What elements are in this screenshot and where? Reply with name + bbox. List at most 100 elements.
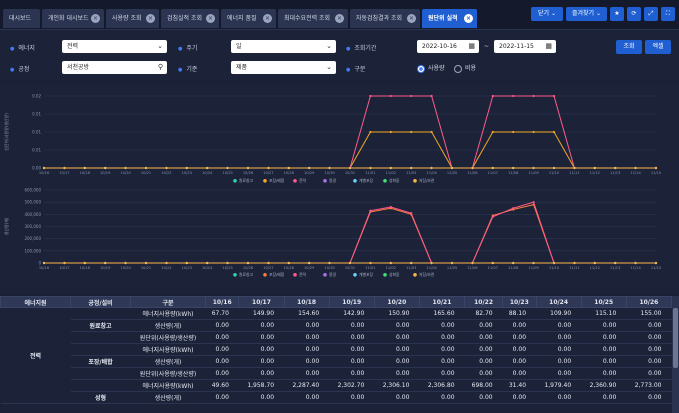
data-point <box>104 166 107 170</box>
date-from-input[interactable]: 2022-10-16 ▦ <box>417 40 479 53</box>
series-line <box>44 201 656 264</box>
data-point <box>614 261 617 265</box>
data-point <box>206 261 209 265</box>
value-cell: 698.00 <box>464 379 503 392</box>
close-icon[interactable]: × <box>206 14 215 23</box>
close-icon[interactable]: × <box>407 14 416 23</box>
kind-cell: 에너지사용량(kWh) <box>130 343 206 356</box>
tab-unit-results[interactable]: 원단위 실적 × <box>422 9 477 28</box>
date-to-input[interactable]: 2022-11-15 ▦ <box>494 40 556 53</box>
radio-cost[interactable]: 비용 <box>454 63 476 73</box>
data-point <box>389 205 392 209</box>
favorites-button[interactable]: 즐겨찾기 ⌄ <box>566 7 607 21</box>
y-tick-label: 600,000 <box>24 188 41 193</box>
value-cell: 115.10 <box>581 307 627 320</box>
scrollbar-thumb[interactable] <box>673 308 678 368</box>
calendar-icon[interactable]: ▦ <box>545 40 552 53</box>
value-cell: 0.00 <box>581 343 627 356</box>
tab-energy-quality[interactable]: 에너지 품질 × <box>221 9 276 28</box>
radio-selected-icon <box>417 64 425 73</box>
value-cell: 67.70 <box>205 307 239 320</box>
y-tick-label: 0 <box>38 261 41 266</box>
data-point <box>389 130 392 134</box>
legend-entry: 성화동 <box>389 272 400 277</box>
star-icon[interactable]: ★ <box>610 7 624 21</box>
legend-entry: 개별포장 <box>359 178 373 183</box>
value-cell: 0.00 <box>329 331 375 344</box>
value-cell: 0.00 <box>284 331 330 344</box>
tab-dashboard[interactable]: 대시보드 <box>3 9 40 28</box>
x-tick-label: 10/16 <box>39 171 50 175</box>
value-cell: 2,306.80 <box>419 379 465 392</box>
tab-auto-meter[interactable]: 자동검침결과 조회 × <box>350 9 420 28</box>
x-tick-label: 10/18 <box>80 171 91 175</box>
search-icon[interactable]: ⚲ <box>158 61 163 74</box>
tab-peak-demand[interactable]: 최대수요전력 조회 × <box>278 9 348 28</box>
data-point <box>267 261 270 265</box>
x-tick-label: 11/05 <box>447 171 457 175</box>
tab-label: 개인화 대시보드 <box>48 15 89 22</box>
value-cell: 0.00 <box>419 331 465 344</box>
x-tick-label: 10/29 <box>304 266 315 270</box>
table-row: 에너지사용량(kWh) 0.00 0.00 0.00 0.00 0.00 0.00 0.00 0… <box>1 343 672 356</box>
data-point <box>42 261 46 265</box>
x-tick-label: 11/12 <box>590 171 600 175</box>
series-line <box>44 204 656 264</box>
value-cell: 2,773.00 <box>626 379 672 392</box>
x-tick-label: 11/07 <box>488 266 498 270</box>
y-tick-label: 0.01 <box>32 148 41 153</box>
basis-select[interactable]: 제품 ⌄ <box>231 61 336 74</box>
kind-cell: 원단위(사용량/생산량) <box>130 331 206 344</box>
calendar-icon[interactable]: ▦ <box>468 40 475 53</box>
close-menu-button[interactable]: 닫기 ⌄ <box>531 7 563 21</box>
data-point <box>532 130 535 134</box>
data-point <box>593 166 596 170</box>
refresh-icon[interactable]: ⟳ <box>627 7 641 21</box>
x-tick-label: 11/13 <box>610 266 620 270</box>
data-point <box>430 166 433 170</box>
data-point <box>450 166 454 170</box>
energy-select[interactable]: 전력 ⌄ <box>62 40 167 53</box>
expand-icon[interactable]: ⤢ <box>644 7 658 21</box>
data-point <box>552 130 556 134</box>
value-cell: 0.00 <box>536 343 582 356</box>
results-table: 에너지원 공정/설비 구분 10/16 10/17 10/18 10/19 10/20 10/2… <box>0 296 673 404</box>
legend-entry: 저장/보관 <box>419 272 435 277</box>
search-button[interactable]: 조회 <box>616 40 642 54</box>
cycle-select[interactable]: 일 ⌄ <box>231 40 336 53</box>
tab-personal-dashboard[interactable]: 개인화 대시보드 × <box>42 9 104 28</box>
data-point <box>124 261 127 265</box>
process-cell <box>70 379 131 392</box>
vertical-scrollbar[interactable] <box>672 296 679 413</box>
energy-value: 전력 <box>67 43 79 50</box>
value-cell: 0.00 <box>238 343 285 356</box>
data-point <box>471 261 474 265</box>
data-point <box>512 207 515 210</box>
fullscreen-icon[interactable]: ⛶ <box>661 7 675 21</box>
tab-usage[interactable]: 사용량 조회 × <box>106 9 159 28</box>
close-icon[interactable]: × <box>464 14 473 23</box>
data-point <box>491 215 494 218</box>
basis-label: 기준 <box>178 64 197 73</box>
column-header: 10/22 <box>464 296 504 308</box>
radio-usage[interactable]: 사용량 <box>417 63 445 73</box>
legend-entry: 개별포장 <box>359 272 373 277</box>
close-icon[interactable]: × <box>335 14 344 23</box>
tab-meter-results[interactable]: 검침실적 조회 × <box>161 9 219 28</box>
close-icon[interactable]: × <box>146 14 155 23</box>
tab-label: 최대수요전력 조회 <box>284 15 331 22</box>
x-tick-label: 11/05 <box>447 266 457 270</box>
x-tick-label: 11/03 <box>406 171 416 175</box>
charts-svg: 0.00 0.01 0.01 0.01 0.02 원단위(사용량/생산량) 10/16 10/… <box>3 94 661 278</box>
value-cell: 0.00 <box>374 355 420 368</box>
excel-button[interactable]: 엑셀 <box>645 40 671 54</box>
value-cell: 0.00 <box>419 391 465 404</box>
kind-cell: 생산량(개) <box>130 355 206 368</box>
y-tick-label: 100,000 <box>24 248 41 253</box>
close-icon[interactable]: × <box>91 14 100 23</box>
process-input[interactable]: 서천공방 ⚲ <box>62 61 167 74</box>
legend-marker <box>353 179 357 183</box>
value-cell: 0.00 <box>238 391 285 404</box>
close-icon[interactable]: × <box>263 14 272 23</box>
x-tick-label: 11/14 <box>630 171 641 175</box>
